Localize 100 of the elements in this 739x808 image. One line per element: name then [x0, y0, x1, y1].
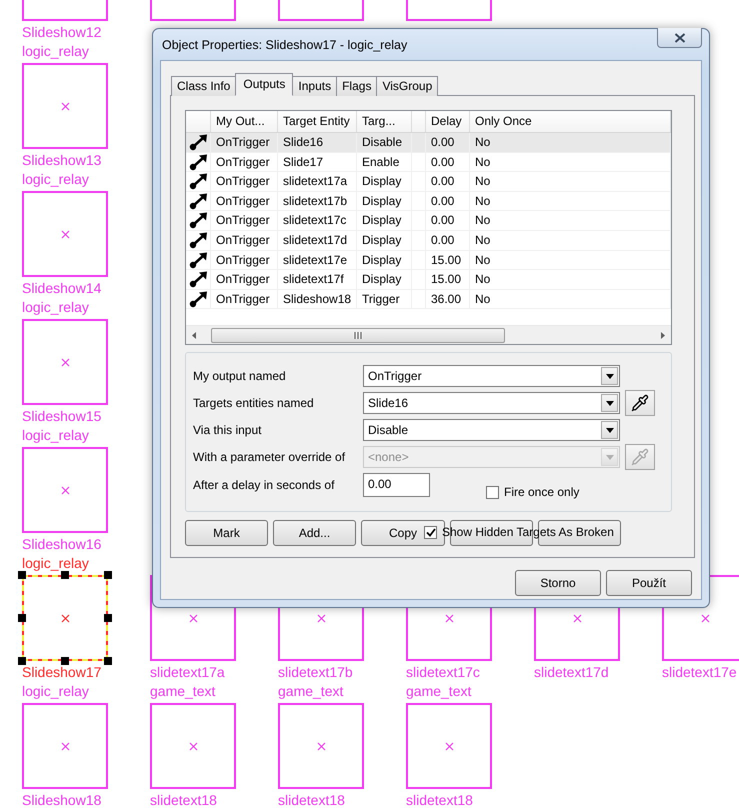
selection-handle[interactable] [61, 571, 69, 579]
table-cell: Trigger [357, 290, 412, 308]
table-cell: OnTrigger [211, 270, 278, 289]
dropdown-field[interactable]: Slide16 [363, 392, 620, 414]
column-header[interactable]: Target Entity [278, 111, 357, 132]
table-row[interactable]: OnTrigger slidetext17d Display 0.00 No [186, 230, 671, 251]
table-cell: slidetext17e [278, 250, 357, 270]
dialog-button[interactable]: Storno [515, 570, 601, 596]
entity-name-label: slidetext17e [662, 665, 737, 679]
close-button[interactable] [657, 28, 702, 48]
cross-icon [316, 614, 326, 622]
caret-icon [606, 428, 614, 432]
cross-icon [60, 486, 70, 494]
horizontal-scrollbar[interactable] [186, 325, 671, 344]
entity-class-label: game_text [150, 684, 216, 699]
window-title: Object Properties: Slideshow17 - logic_relay [162, 38, 408, 52]
table-cell: No [470, 152, 671, 172]
entity-name-label: Slideshow12 [22, 25, 102, 39]
table-cell: Slide17 [278, 152, 357, 172]
close-icon [674, 32, 686, 42]
connection-icon [189, 173, 208, 190]
connection-icon [189, 134, 208, 151]
table-row[interactable]: OnTrigger slidetext17f Display 15.00 No [186, 270, 671, 290]
entity-name-label: slidetext17d [534, 665, 609, 679]
field-label: With a parameter override of [193, 450, 346, 464]
table-cell: No [470, 211, 671, 230]
table-row[interactable]: OnTrigger slidetext17e Display 15.00 No [186, 250, 671, 270]
table-cell: OnTrigger [211, 133, 278, 152]
table-cell: 0.00 [426, 152, 470, 172]
action-button[interactable]: Add... [273, 520, 356, 546]
entity-name-label: Slideshow15 [22, 409, 102, 423]
scroll-thumb[interactable] [211, 328, 505, 342]
cross-icon [60, 742, 70, 750]
entity-class-label: logic_relay [22, 556, 89, 571]
table-row[interactable]: OnTrigger slidetext17b Display 0.00 No [186, 192, 671, 212]
table-row[interactable]: OnTrigger Slide16 Disable 0.00 No [186, 133, 671, 153]
selection-handle[interactable] [18, 571, 26, 579]
selection-handle[interactable] [61, 657, 69, 665]
selection-handle[interactable] [104, 571, 112, 579]
table-cell: slidetext17f [278, 270, 357, 289]
entity-class-label: logic_relay [22, 44, 89, 59]
tab[interactable]: Class Info [171, 76, 236, 96]
table-cell: 36.00 [426, 290, 470, 308]
table-cell: No [470, 192, 671, 210]
table-row[interactable]: OnTrigger Slideshow18 Trigger 36.00 No [186, 290, 671, 310]
table-cell: Display [357, 211, 412, 230]
input-field[interactable]: 0.00 [363, 473, 430, 497]
column-header[interactable]: My Out... [211, 111, 278, 132]
table-cell: Disable [357, 133, 412, 152]
table-cell: No [470, 250, 671, 270]
table-cell: No [470, 290, 671, 308]
entity-name-label: Slideshow18 [22, 793, 102, 807]
entity-class-label: logic_relay [22, 172, 89, 187]
table-row[interactable]: OnTrigger Slide17 Enable 0.00 No [186, 152, 671, 172]
caret-icon [606, 400, 614, 406]
cross-icon [572, 614, 582, 622]
cross-icon [700, 614, 710, 622]
field-label: Via this input [193, 423, 262, 437]
cross-icon [60, 230, 70, 238]
connection-icon [189, 192, 208, 210]
table-cell: Slideshow18 [278, 290, 357, 308]
table-cell: OnTrigger [211, 192, 278, 210]
table-cell: OnTrigger [211, 250, 278, 270]
action-button[interactable]: Mark [185, 520, 268, 546]
entity-name-label: Slideshow17 [22, 665, 102, 679]
dialog-button[interactable]: Použít [606, 570, 692, 596]
selection-handle[interactable] [18, 614, 26, 622]
checkbox-label[interactable]: Fire once only [504, 485, 580, 499]
selection-handle[interactable] [104, 657, 112, 665]
column-header[interactable]: Delay [426, 111, 470, 132]
entity-name-label: slidetext17a [150, 665, 225, 679]
column-header[interactable]: Targ... [357, 111, 412, 132]
table-row[interactable]: OnTrigger slidetext17c Display 0.00 No [186, 211, 671, 231]
tab[interactable]: VisGroup [376, 76, 438, 96]
tab[interactable]: Inputs [292, 76, 338, 96]
selection-handle[interactable] [104, 614, 112, 622]
table-cell: Display [357, 250, 412, 270]
tab[interactable]: Flags [336, 76, 378, 96]
entity-class-label: logic_relay [22, 300, 89, 315]
eyedropper-button[interactable] [625, 390, 655, 416]
dropdown-field[interactable]: Disable [363, 419, 620, 441]
eyedropper-icon [631, 394, 649, 412]
checkbox[interactable] [424, 526, 437, 538]
table-row[interactable]: OnTrigger slidetext17a Display 0.00 No [186, 172, 671, 192]
field-label: After a delay in seconds of [193, 478, 336, 492]
tab[interactable]: Outputs [235, 73, 294, 96]
table-cell: slidetext17b [278, 192, 357, 210]
table-cell: No [470, 270, 671, 289]
table-cell: Display [357, 172, 412, 191]
entity-name-label: slidetext18 [150, 793, 217, 807]
selection-handle[interactable] [18, 657, 26, 665]
checkbox-label[interactable]: Show Hidden Targets As Broken [442, 525, 614, 539]
connection-icon [189, 154, 208, 171]
column-header[interactable]: Only Once [470, 111, 671, 132]
entity-class-label: logic_relay [22, 428, 89, 443]
caret-icon [606, 454, 614, 460]
table-cell: OnTrigger [211, 211, 278, 230]
checkbox[interactable] [486, 486, 499, 498]
dropdown-field[interactable]: OnTrigger [363, 365, 620, 387]
table-cell: 15.00 [426, 270, 470, 289]
